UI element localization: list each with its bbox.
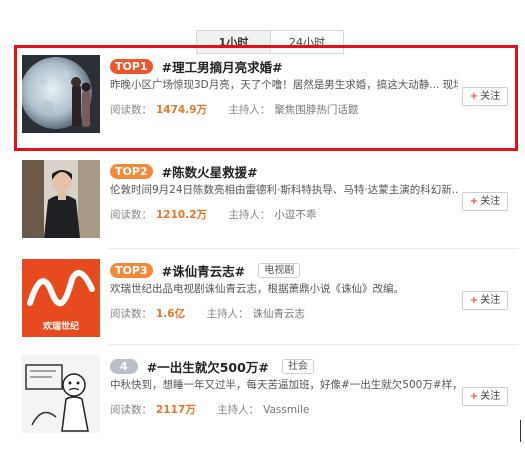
- host-name-link[interactable]: Vassmile: [263, 404, 309, 416]
- text-cursor: [520, 420, 521, 442]
- topic-title-row: 4 #一出生就欠500万# 社会: [110, 356, 314, 376]
- follow-label: 关注: [480, 91, 501, 102]
- plus-icon: +: [469, 91, 479, 102]
- topic-title-link[interactable]: #陈数火星救援#: [162, 165, 258, 180]
- category-tag[interactable]: 社会: [281, 359, 314, 374]
- follow-button[interactable]: + 关注: [462, 387, 508, 406]
- host-label: 主持人：: [228, 209, 271, 221]
- read-count-label: 阅读数：: [110, 209, 152, 221]
- follow-button[interactable]: + 关注: [462, 87, 508, 106]
- plus-icon: +: [469, 391, 479, 402]
- follow-label: 关注: [480, 391, 501, 402]
- topic-title-row: TOP2 #陈数火星救援#: [110, 161, 258, 181]
- topic-item-2[interactable]: TOP2 #陈数火星救援# 伦敦时间9月24日陈数亮相由雷德利·斯科特执导、马特…: [14, 150, 518, 248]
- woman-portrait-photo-icon[interactable]: [22, 160, 100, 238]
- topic-title-link[interactable]: #诛仙青云志#: [162, 264, 245, 279]
- topic-description: 中秋快到，想睡一年又过半，每天苦逼加班，好像#一出生就欠500万#样，...: [110, 379, 458, 391]
- read-count-label: 阅读数：: [110, 308, 152, 320]
- moon-proposal-photo-icon[interactable]: [22, 55, 100, 133]
- topic-title-link[interactable]: #理工男摘月亮求婚#: [162, 60, 283, 75]
- topic-meta: 阅读数： 1.6亿 主持人： 诛仙青云志: [110, 306, 305, 321]
- rank-badge: 4: [110, 359, 138, 374]
- follow-button[interactable]: + 关注: [462, 192, 508, 211]
- plus-icon: +: [469, 196, 479, 207]
- read-count-value: 1.6亿: [156, 308, 186, 320]
- logo-text: 欢瑞世纪: [42, 320, 79, 332]
- host-name-link[interactable]: 聚焦围脖热门话题: [274, 104, 358, 116]
- topic-title-row: TOP1 #理工男摘月亮求婚#: [110, 56, 283, 76]
- rank-badge: TOP3: [110, 263, 153, 278]
- topic-meta: 阅读数： 1474.9万 主持人： 聚焦围脖热门话题: [110, 102, 358, 117]
- rank-badge: TOP2: [110, 164, 153, 179]
- read-count-label: 阅读数：: [110, 404, 152, 416]
- cartoon-sketch-icon[interactable]: [22, 355, 100, 433]
- host-label: 主持人：: [228, 104, 271, 116]
- topic-meta: 阅读数： 2117万 主持人： Vassmile: [110, 402, 309, 417]
- host-name-link[interactable]: 诛仙青云志: [252, 308, 305, 320]
- topic-description: 伦敦时间9月24日陈数亮相由雷德利·斯科特执导、马特·达蒙主演的科幻新...: [110, 184, 458, 196]
- read-count-label: 阅读数：: [110, 104, 152, 116]
- follow-button[interactable]: + 关注: [462, 291, 508, 310]
- rank-badge: TOP1: [110, 59, 153, 74]
- topic-meta: 阅读数： 1210.2万 主持人： 小逗不乖: [110, 207, 316, 222]
- follow-label: 关注: [480, 196, 501, 207]
- host-label: 主持人：: [217, 404, 260, 416]
- plus-icon: +: [469, 295, 479, 306]
- topic-title-row: TOP3 #诛仙青云志# 电视剧: [110, 260, 301, 280]
- follow-label: 关注: [480, 295, 501, 306]
- category-tag[interactable]: 电视剧: [258, 263, 301, 278]
- read-count-value: 2117万: [156, 404, 196, 416]
- topic-description: 昨晚小区广场惊现3D月亮，天了个噜！居然是男生求婚，搞这大动静... 现场...: [110, 79, 458, 91]
- read-count-value: 1210.2万: [156, 209, 208, 221]
- huanrui-logo-icon[interactable]: 欢瑞世纪: [22, 259, 100, 337]
- topic-item-4[interactable]: 4 #一出生就欠500万# 社会 中秋快到，想睡一年又过半，每天苦逼加班，好像#…: [14, 345, 518, 443]
- topic-item-1[interactable]: TOP1 #理工男摘月亮求婚# 昨晚小区广场惊现3D月亮，天了个噜！居然是男生求…: [14, 45, 518, 151]
- topic-description: 欢瑞世纪出品电视剧诛仙青云志，根据萧鼎小说《诛仙》改编。: [110, 283, 404, 295]
- topic-item-3[interactable]: 欢瑞世纪 TOP3 #诛仙青云志# 电视剧 欢瑞世纪出品电视剧诛仙青云志，根据萧…: [14, 249, 518, 347]
- topic-title-link[interactable]: #一出生就欠500万#: [147, 360, 269, 375]
- host-label: 主持人：: [206, 308, 249, 320]
- read-count-value: 1474.9万: [156, 104, 208, 116]
- host-name-link[interactable]: 小逗不乖: [274, 209, 316, 221]
